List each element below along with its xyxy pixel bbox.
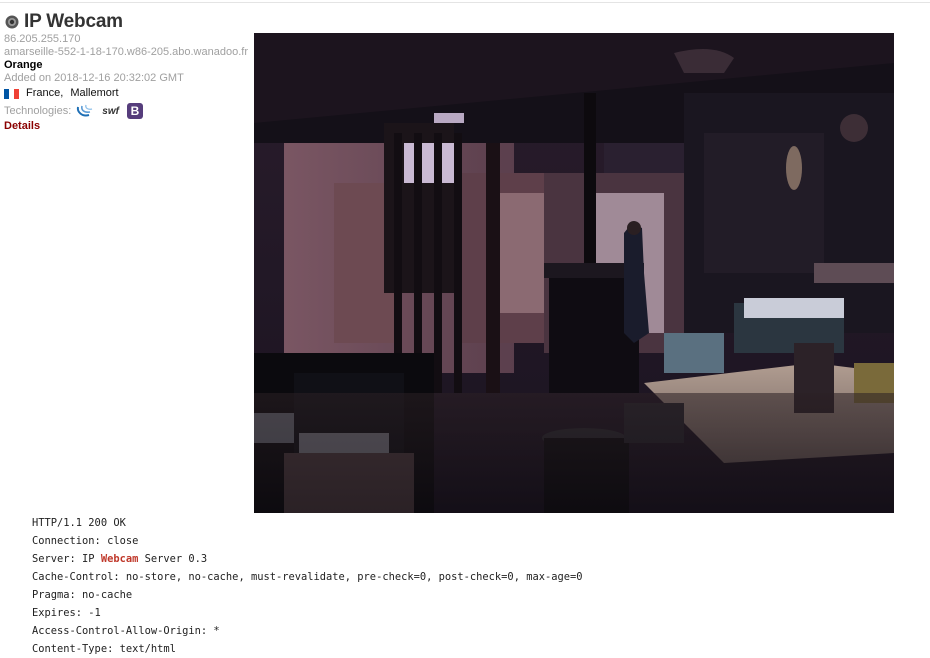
http-header-server: Server: IP Webcam Server 0.3 [32, 550, 583, 568]
france-flag-icon [4, 88, 19, 99]
http-header-connection: Connection: close [32, 535, 139, 547]
jquery-icon[interactable] [76, 104, 94, 118]
http-status-line: HTTP/1.1 200 OK [32, 517, 126, 529]
http-header-server-prefix: Server: IP [32, 553, 101, 565]
webcam-icon [5, 15, 19, 29]
added-date: Added on 2018-12-16 20:32:02 GMT [4, 72, 184, 84]
http-header-server-suffix: Server 0.3 [138, 553, 208, 565]
swf-icon[interactable]: swf [102, 105, 119, 118]
http-header-expires: Expires: -1 [32, 607, 101, 619]
country-link[interactable]: France [26, 87, 60, 100]
page-title-text: IP Webcam [24, 11, 123, 32]
http-response-headers: HTTP/1.1 200 OK Connection: close Server: … [32, 514, 583, 658]
technologies: Technologies: swf B [4, 103, 143, 119]
http-header-cors: Access-Control-Allow-Origin: * [32, 625, 220, 637]
ip-address: 86.205.255.170 [4, 33, 81, 45]
bootstrap-icon[interactable]: B [126, 103, 143, 119]
webcam-snapshot-image [254, 33, 894, 513]
details-link[interactable]: Details [4, 120, 40, 133]
top-divider [0, 2, 930, 3]
organization: Orange [4, 59, 43, 71]
search-term-highlight: Webcam [100, 553, 139, 565]
http-header-cache-control: Cache-Control: no-store, no-cache, must-… [32, 571, 583, 583]
technologies-label: Technologies: [4, 104, 72, 117]
page-title: IP Webcam [5, 11, 123, 33]
city-link[interactable]: Mallemort [70, 87, 118, 100]
http-header-pragma: Pragma: no-cache [32, 589, 133, 601]
http-header-content-type: Content-Type: text/html [32, 643, 176, 655]
location: France, Mallemort [4, 87, 119, 100]
webcam-snapshot [254, 33, 894, 513]
hostname: amarseille-552-1-18-170.w86-205.abo.wana… [4, 46, 248, 58]
